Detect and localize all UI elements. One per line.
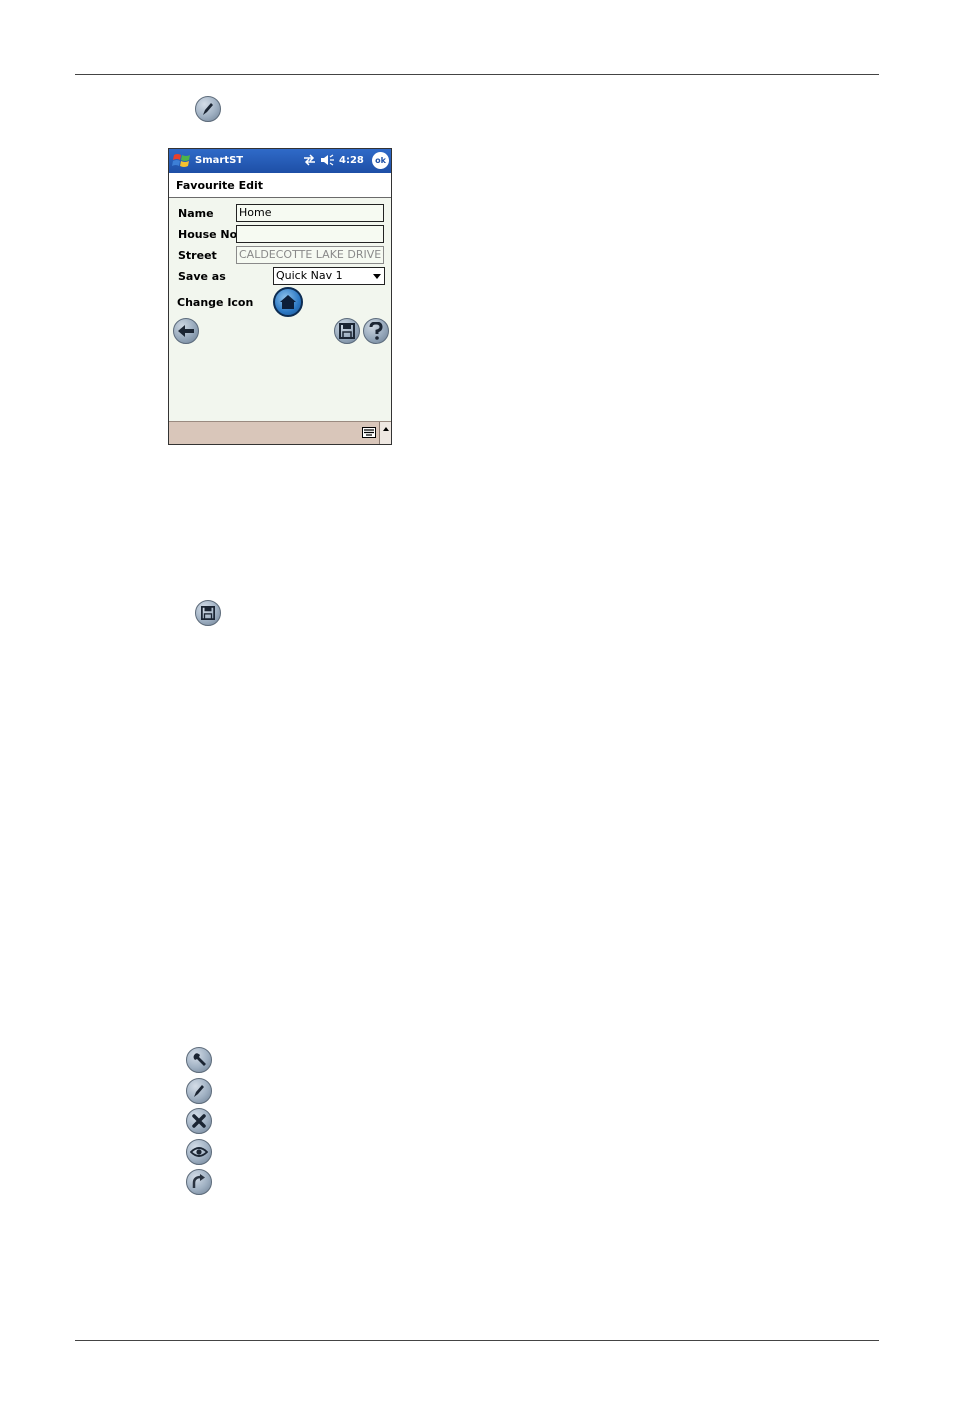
back-button[interactable] <box>173 318 199 344</box>
app-title: SmartST <box>195 155 244 166</box>
x-delete-icon[interactable] <box>186 1108 212 1134</box>
connection-icon[interactable] <box>303 154 316 169</box>
screen-header: Favourite Edit <box>169 173 391 198</box>
pencil-icon[interactable] <box>195 96 221 122</box>
change-icon-label: Change Icon <box>177 296 254 309</box>
chevron-down-icon <box>373 274 381 279</box>
windows-start-icon[interactable] <box>172 152 192 170</box>
pda-screenshot: SmartST 4:28 ok Favourite Edit Name Home… <box>168 148 392 445</box>
title-bar: SmartST 4:28 ok <box>169 149 391 173</box>
house-no-field[interactable] <box>236 225 384 243</box>
home-icon-button[interactable] <box>273 287 303 317</box>
save-disk-icon[interactable] <box>195 600 221 626</box>
clock[interactable]: 4:28 <box>339 155 364 166</box>
input-menu-arrow[interactable] <box>379 422 391 444</box>
name-label: Name <box>178 207 214 220</box>
page-title: Favourite Edit <box>176 179 264 192</box>
house-no-label: House No <box>178 228 238 241</box>
keyboard-icon[interactable] <box>362 427 376 438</box>
wrench-icon[interactable] <box>186 1047 212 1073</box>
pencil-icon[interactable] <box>186 1078 212 1104</box>
speaker-icon[interactable] <box>320 154 335 169</box>
house-icon <box>280 295 296 309</box>
help-button[interactable] <box>363 318 389 344</box>
save-disk-icon <box>339 323 355 339</box>
name-field[interactable]: Home <box>236 204 384 222</box>
curved-arrow-icon[interactable] <box>186 1169 212 1195</box>
eye-icon[interactable] <box>186 1139 212 1165</box>
input-panel-bar <box>169 421 391 444</box>
bottom-rule <box>75 1340 879 1341</box>
top-rule <box>75 74 879 75</box>
question-mark-icon <box>369 322 383 340</box>
arrow-left-icon <box>178 325 194 337</box>
save-as-value: Quick Nav 1 <box>276 269 343 282</box>
street-label: Street <box>178 249 217 262</box>
save-button[interactable] <box>334 318 360 344</box>
chevron-up-icon <box>383 427 389 431</box>
ok-button[interactable]: ok <box>372 152 389 169</box>
street-field: CALDECOTTE LAKE DRIVE <box>236 246 384 264</box>
save-as-select[interactable]: Quick Nav 1 <box>273 267 385 285</box>
save-as-label: Save as <box>178 270 226 283</box>
